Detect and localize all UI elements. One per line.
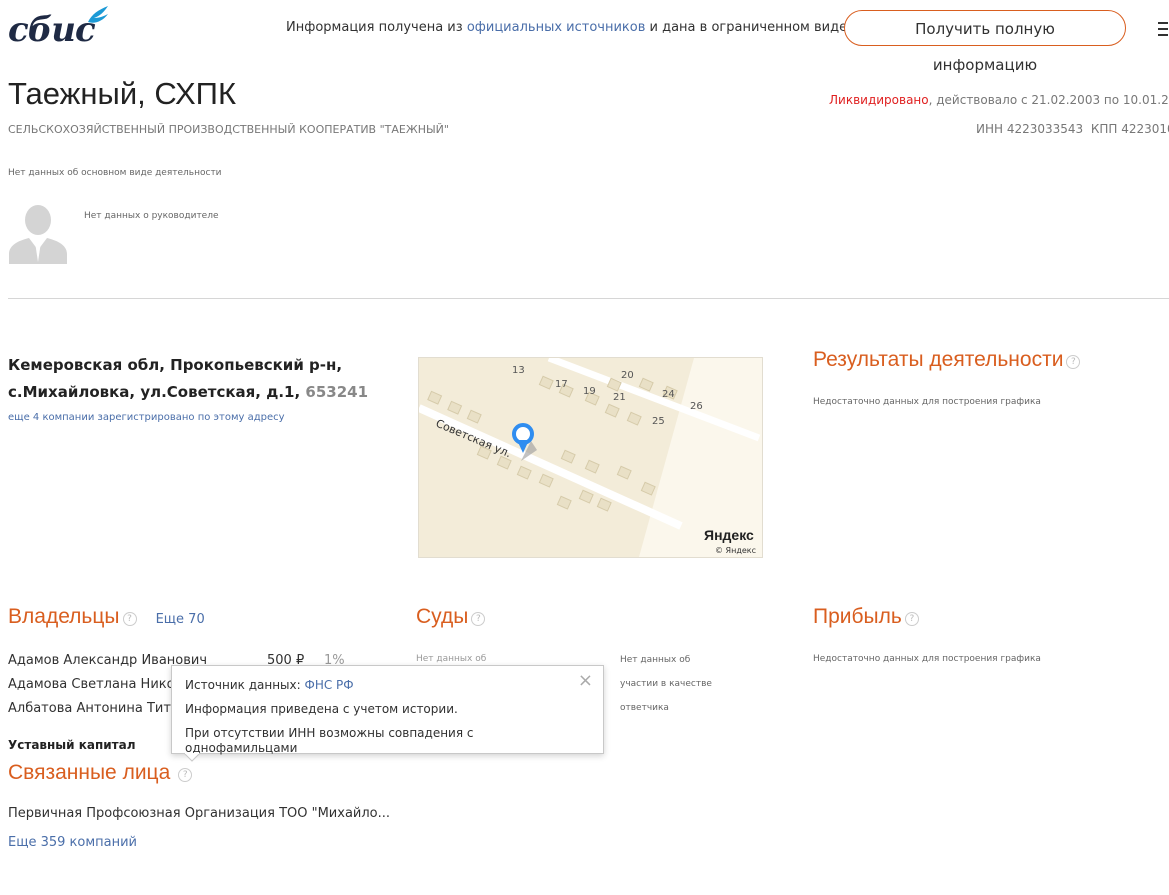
- profit-header: Прибыль?: [813, 605, 919, 629]
- owners-more-link[interactable]: Еще 70: [156, 612, 205, 627]
- fns-link[interactable]: ФНС РФ: [305, 678, 354, 692]
- map-brand-small: © Яндекс: [715, 546, 756, 555]
- inn-kpp: ИНН 4223033543 КПП 42230100: [976, 122, 1169, 136]
- courts-defendant-note: Нет данных об участии в качестве ответчи…: [620, 655, 712, 713]
- same-address-link[interactable]: еще 4 компании зарегистрировано по этому…: [8, 412, 285, 423]
- map-brand: Яндекс: [704, 527, 754, 543]
- help-icon[interactable]: ?: [904, 611, 919, 626]
- status-period: , действовало с 21.02.2003 по 10.01.2007: [928, 93, 1169, 107]
- address-block: Кемеровская обл, Прокопьевский р-н, с.Ми…: [8, 352, 368, 406]
- related-header: Связанные лица?: [8, 761, 193, 785]
- info-suffix: и дана в ограниченном виде: [649, 20, 848, 35]
- company-name: Таежный, СХПК: [8, 76, 237, 111]
- related-more-link[interactable]: Еще 359 компаний: [8, 835, 137, 850]
- table-row[interactable]: Адамова Светлана Никол: [8, 677, 183, 692]
- related-title: Связанные лица: [8, 761, 171, 784]
- help-icon[interactable]: ?: [471, 611, 486, 626]
- house-number: 24: [662, 389, 675, 400]
- zip-code: 653241: [305, 383, 369, 401]
- logo[interactable]: сбис: [8, 4, 108, 50]
- courts-title: Суды: [416, 605, 469, 628]
- capital-label: Уставный капитал: [8, 738, 136, 752]
- logo-text: сбис: [8, 10, 96, 50]
- house-number: 19: [583, 386, 596, 397]
- house-number: 26: [690, 401, 703, 412]
- owner-name: Албатова Антонина Тито: [8, 701, 179, 716]
- courts-plaintiff-note: Нет данных об: [416, 654, 487, 664]
- info-notice: Информация получена из официальных источ…: [286, 20, 847, 35]
- tooltip-source: Источник данных: ФНС РФ: [185, 678, 354, 692]
- results-note: Недостаточно данных для построения графи…: [813, 397, 1041, 407]
- results-title: Результаты деятельности: [813, 348, 1064, 371]
- owners-title: Владельцы: [8, 605, 120, 628]
- source-tooltip: Источник данных: ФНС РФ Информация приве…: [171, 665, 604, 755]
- owners-header: Владельцы? Еще 70: [8, 605, 205, 629]
- bird-icon: [88, 6, 108, 23]
- address-line-2: с.Михайловка, ул.Советская, д.1, 653241: [8, 383, 369, 401]
- results-header: Результаты деятельности?: [813, 348, 1081, 372]
- official-sources-link[interactable]: официальных источников: [467, 20, 646, 35]
- address-map[interactable]: 13 17 19 20 21 24 25 26 Советская ул. Ян…: [418, 357, 763, 558]
- tooltip-arrow: [184, 753, 200, 762]
- house-number: 25: [652, 416, 665, 427]
- director-note: Нет данных о руководителе: [84, 211, 219, 221]
- house-number: 20: [621, 370, 634, 381]
- house-number: 21: [613, 392, 626, 403]
- company-full-name: СЕЛЬСКОХОЗЯЙСТВЕННЫЙ ПРОИЗВОДСТВЕННЫЙ КО…: [8, 123, 449, 136]
- avatar: [9, 205, 67, 264]
- help-icon[interactable]: ?: [122, 611, 137, 626]
- profit-note: Недостаточно данных для построения графи…: [813, 654, 1041, 664]
- activity-note: Нет данных об основном виде деятельности: [8, 168, 222, 178]
- house-number: 17: [555, 379, 568, 390]
- close-icon[interactable]: ×: [578, 670, 593, 691]
- owner-name: Адамова Светлана Никол: [8, 677, 183, 692]
- menu-icon[interactable]: [1158, 22, 1168, 40]
- related-item[interactable]: Первичная Профсоюзная Организация ТОО "М…: [8, 806, 390, 821]
- map-canvas: 13 17 19 20 21 24 25 26 Советская ул. Ян…: [419, 358, 762, 557]
- courts-header: Суды?: [416, 605, 486, 629]
- info-prefix: Информация получена из: [286, 20, 463, 35]
- address-line-1: Кемеровская обл, Прокопьевский р-н,: [8, 356, 343, 374]
- status-badge: Ликвидировано: [829, 93, 929, 107]
- help-icon[interactable]: ?: [178, 767, 193, 782]
- get-full-info-button[interactable]: Получить полную информацию: [844, 10, 1126, 74]
- section-divider: [8, 298, 1169, 299]
- help-icon[interactable]: ?: [1066, 354, 1081, 369]
- tooltip-history-note: Информация приведена с учетом истории.: [185, 702, 458, 716]
- company-status: Ликвидировано, действовало с 21.02.2003 …: [829, 93, 1169, 108]
- profit-title: Прибыль: [813, 605, 902, 628]
- house-number: 13: [512, 365, 525, 376]
- tooltip-inn-note: При отсутствии ИНН возможны совпадения с…: [185, 726, 474, 755]
- table-row[interactable]: Албатова Антонина Тито: [8, 701, 179, 716]
